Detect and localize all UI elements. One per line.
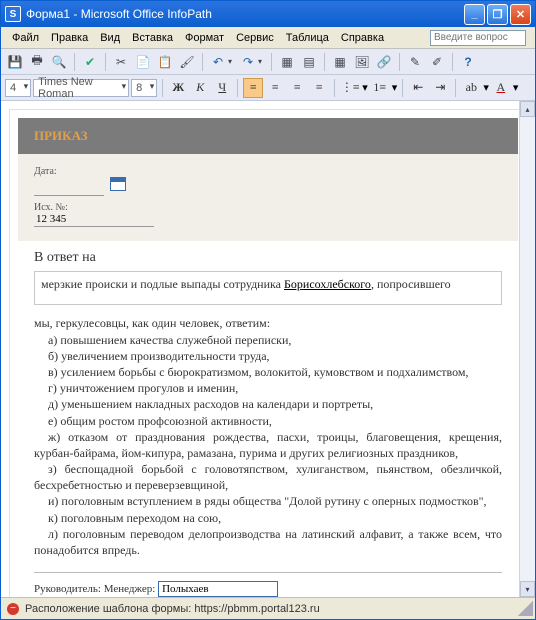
- scroll-up-button[interactable]: ▴: [520, 101, 535, 117]
- window-title: Форма1 - Microsoft Office InfoPath: [26, 7, 462, 21]
- manager-label: Руководитель: Менеджер:: [34, 583, 155, 595]
- vertical-scrollbar[interactable]: ▴ ▾: [519, 101, 535, 597]
- copy-icon[interactable]: 📄: [133, 52, 153, 72]
- menu-service[interactable]: Сервис: [230, 30, 280, 46]
- scroll-track[interactable]: [520, 117, 535, 581]
- indent-icon[interactable]: ⇥: [430, 78, 450, 98]
- date-input[interactable]: [34, 182, 104, 196]
- print-preview-icon[interactable]: 🔍: [49, 52, 69, 72]
- bullets-icon[interactable]: ⋮≡: [340, 78, 360, 98]
- align-justify-icon[interactable]: ≡: [309, 78, 329, 98]
- size-combo[interactable]: 8: [131, 79, 157, 97]
- help-question-box[interactable]: [430, 30, 526, 46]
- list-item: б) увеличением производительности труда,: [34, 348, 502, 364]
- menu-insert[interactable]: Вставка: [126, 30, 179, 46]
- menu-table[interactable]: Таблица: [280, 30, 335, 46]
- highlight-more[interactable]: ▾: [483, 81, 489, 94]
- response-label: В ответ на: [34, 249, 502, 268]
- list-item: д) уменьшением накладных расходов на кал…: [34, 396, 502, 412]
- list-item: л) поголовным переводом делопроизводства…: [34, 526, 502, 558]
- menu-edit[interactable]: Правка: [45, 30, 94, 46]
- ink-entry-icon[interactable]: ✐: [427, 52, 447, 72]
- close-button[interactable]: ✕: [510, 4, 531, 25]
- list-item: ж) отказом от празднования рождества, па…: [34, 429, 502, 461]
- status-bar: − Расположение шаблона формы: https://pb…: [1, 597, 535, 619]
- response-text-pre: мерзкие происки и подлые выпады сотрудни…: [41, 277, 284, 291]
- list-item: г) уничтожением прогулов и именин,: [34, 380, 502, 396]
- undo-more[interactable]: ▾: [228, 57, 236, 66]
- insert-table-icon[interactable]: ▦: [330, 52, 350, 72]
- bold-icon[interactable]: Ж: [168, 78, 188, 98]
- font-color-more[interactable]: ▾: [513, 81, 519, 94]
- menu-bar: Файл Правка Вид Вставка Формат Сервис Та…: [1, 27, 535, 49]
- toolbar-standard: 💾 🖶 🔍 ✔ ✂ 📄 📋 🖌 ↶▾ ↷▾ ▦ ▤ ▦ 🖼 🔗 ✎ ✐ ?: [1, 49, 535, 75]
- paste-icon[interactable]: 📋: [155, 52, 175, 72]
- app-icon: S: [5, 6, 21, 22]
- font-color-icon[interactable]: A: [491, 78, 511, 98]
- underline-icon[interactable]: Ч: [212, 78, 232, 98]
- window-titlebar: S Форма1 - Microsoft Office InfoPath _ ❐…: [1, 1, 535, 27]
- list-item: в) усилением борьбы с бюрократизмом, вол…: [34, 364, 502, 380]
- insert-section-icon[interactable]: ▦: [277, 52, 297, 72]
- insert-row-icon[interactable]: ▤: [299, 52, 319, 72]
- page-title: ПРИКАЗ: [18, 118, 518, 154]
- menu-format[interactable]: Формат: [179, 30, 230, 46]
- body-intro: мы, геркулесовцы, как один человек, отве…: [34, 316, 270, 330]
- list-item: к) поголовным переходом на сою,: [34, 510, 502, 526]
- resize-grip[interactable]: [518, 601, 533, 616]
- scroll-down-button[interactable]: ▾: [520, 581, 535, 597]
- align-center-icon[interactable]: ≡: [265, 78, 285, 98]
- numbering-icon[interactable]: 1≡: [370, 78, 390, 98]
- menu-help[interactable]: Справка: [335, 30, 390, 46]
- toolbar-formatting: 4 Times New Roman 8 Ж К Ч ≡ ≡ ≡ ≡ ⋮≡▾ 1≡…: [1, 75, 535, 101]
- redo-icon[interactable]: ↷: [238, 52, 258, 72]
- maximize-button[interactable]: ❐: [487, 4, 508, 25]
- menu-file[interactable]: Файл: [6, 30, 45, 46]
- list-item: и) поголовным вступлением в ряды обществ…: [34, 493, 502, 509]
- align-right-icon[interactable]: ≡: [287, 78, 307, 98]
- hyperlink-icon[interactable]: 🔗: [374, 52, 394, 72]
- list-item: а) повышением качества служебной перепис…: [34, 332, 502, 348]
- status-text: Расположение шаблона формы: https://pbmm…: [25, 603, 320, 615]
- response-text-underlined: Борисохлебского: [284, 277, 371, 291]
- calendar-icon[interactable]: [110, 177, 126, 191]
- minimize-button[interactable]: _: [464, 4, 485, 25]
- manager-input[interactable]: [158, 581, 278, 597]
- outnum-label: Исх. №:: [34, 202, 502, 213]
- form-page: ПРИКАЗ Дата: Исх. №: В ответ на мерзкие …: [9, 109, 527, 597]
- document-area: ПРИКАЗ Дата: Исх. №: В ответ на мерзкие …: [1, 101, 535, 597]
- help-question-input[interactable]: [430, 30, 526, 46]
- bullets-more[interactable]: ▾: [362, 81, 368, 94]
- italic-icon[interactable]: К: [190, 78, 210, 98]
- undo-icon[interactable]: ↶: [208, 52, 228, 72]
- list-item: з) беспощадной борьбой с головотяпством,…: [34, 461, 502, 493]
- insert-picture-icon[interactable]: 🖼: [352, 52, 372, 72]
- status-icon: −: [7, 603, 19, 615]
- help-icon[interactable]: ?: [458, 52, 478, 72]
- align-left-icon[interactable]: ≡: [243, 78, 263, 98]
- style-combo[interactable]: 4: [5, 79, 31, 97]
- highlight-icon[interactable]: ab: [461, 78, 481, 98]
- save-icon[interactable]: 💾: [5, 52, 25, 72]
- response-text-post: , попросившего: [371, 277, 451, 291]
- font-combo[interactable]: Times New Roman: [33, 79, 129, 97]
- format-painter-icon[interactable]: 🖌: [177, 52, 197, 72]
- signature-icon[interactable]: ✎: [405, 52, 425, 72]
- spellcheck-icon[interactable]: ✔: [80, 52, 100, 72]
- redo-more[interactable]: ▾: [258, 57, 266, 66]
- body-text[interactable]: мы, геркулесовцы, как один человек, отве…: [34, 315, 502, 558]
- cut-icon[interactable]: ✂: [111, 52, 131, 72]
- list-item: е) общим ростом профсоюзной активности,: [34, 413, 502, 429]
- response-textbox[interactable]: мерзкие происки и подлые выпады сотрудни…: [34, 271, 502, 305]
- outnum-input[interactable]: [34, 213, 154, 227]
- divider: [34, 572, 502, 573]
- numbering-more[interactable]: ▾: [392, 81, 398, 94]
- outdent-icon[interactable]: ⇤: [408, 78, 428, 98]
- print-icon[interactable]: 🖶: [27, 52, 47, 72]
- menu-view[interactable]: Вид: [94, 30, 126, 46]
- date-label: Дата:: [34, 166, 502, 177]
